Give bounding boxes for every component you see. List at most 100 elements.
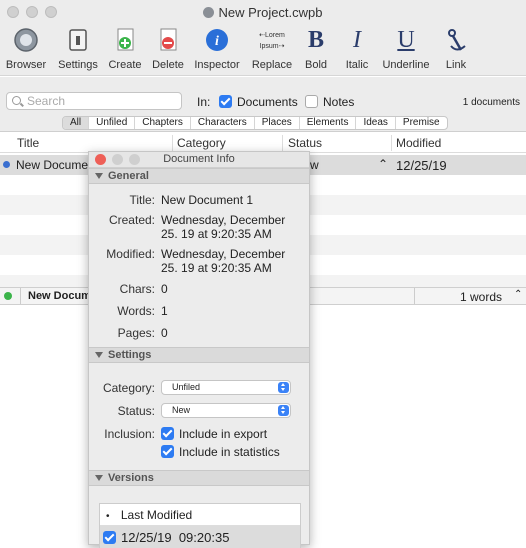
green-status-icon <box>4 292 12 300</box>
versions-section-header[interactable]: Versions <box>89 470 309 486</box>
settings-label: Settings <box>58 59 98 71</box>
document-icon <box>203 7 215 18</box>
create-button[interactable]: Create <box>106 24 144 71</box>
include-export-checkbox[interactable]: Include in export <box>161 427 267 441</box>
bold-label: Bold <box>304 59 328 71</box>
checked-icon <box>161 445 174 458</box>
zoom-panel-button[interactable] <box>129 154 140 165</box>
include-export-label: Include in export <box>179 427 268 441</box>
window-titlebar: New Project.cwpb <box>0 0 526 24</box>
filter-segment-elements[interactable]: Elements <box>300 117 357 129</box>
bold-button[interactable]: B Bold <box>302 24 330 72</box>
search-placeholder: Search <box>27 94 66 108</box>
divider <box>20 288 21 304</box>
create-label: Create <box>108 59 142 71</box>
minimize-panel-button[interactable] <box>112 154 123 165</box>
general-section-header[interactable]: General <box>89 168 309 184</box>
search-input[interactable]: Search <box>6 92 182 110</box>
filter-segment-places[interactable]: Places <box>255 117 300 129</box>
row-modified: 12/25/19 <box>396 158 447 173</box>
status-select[interactable]: New <box>161 403 291 418</box>
settings-button[interactable]: Settings <box>54 24 102 71</box>
create-document-icon <box>117 28 134 51</box>
link-label: Link <box>445 59 467 71</box>
versions-bullet-column: • <box>106 511 110 522</box>
modified-value-line2: 25. 19 at 9:20:35 AM <box>161 261 272 275</box>
modified-label: Modified: <box>106 247 155 261</box>
status-select-value: New <box>172 405 191 415</box>
row-status: w <box>310 158 319 172</box>
documents-count: 1 documents <box>462 97 520 108</box>
link-button[interactable]: Link <box>441 24 471 71</box>
modified-value-line1: Wednesday, December <box>161 247 286 261</box>
column-status[interactable]: Status <box>288 136 322 150</box>
current-document-name: New Docum <box>28 290 91 302</box>
documents-label: Documents <box>237 95 298 109</box>
minimize-window-button[interactable] <box>26 6 38 18</box>
settings-icon <box>69 29 87 51</box>
version-entry: 12/25/19 09:20:35 <box>121 530 230 545</box>
close-window-button[interactable] <box>7 6 19 18</box>
delete-button[interactable]: Delete <box>149 24 187 71</box>
inclusion-label: Inclusion: <box>104 427 155 441</box>
bold-icon: B <box>307 26 324 53</box>
replace-icon: ⇠Lorem Ipsum⇢ <box>259 32 285 50</box>
settings-section-header[interactable]: Settings <box>89 347 309 363</box>
words-label: Words: <box>117 304 155 318</box>
panel-titlebar: Document Info <box>89 152 309 168</box>
underline-button[interactable]: U Underline <box>379 24 433 72</box>
browser-button[interactable]: Browser <box>4 24 48 71</box>
notes-checkbox[interactable]: Notes <box>305 95 354 109</box>
popup-arrows-icon <box>278 405 289 416</box>
checked-icon[interactable] <box>103 531 116 544</box>
created-label: Created: <box>108 213 155 227</box>
column-divider <box>172 135 173 151</box>
inspector-button[interactable]: i Inspector <box>191 24 243 71</box>
search-icon <box>12 96 21 105</box>
zoom-window-button[interactable] <box>45 6 57 18</box>
in-label: In: <box>197 95 211 109</box>
filter-segment-ideas[interactable]: Ideas <box>356 117 396 129</box>
words-value: 1 <box>161 304 168 318</box>
filter-segment-all[interactable]: All <box>63 117 90 129</box>
italic-button[interactable]: I Italic <box>342 24 372 72</box>
table-header: Title Category Status Modified <box>0 133 526 153</box>
inspector-label: Inspector <box>194 59 240 71</box>
created-value-line2: 25. 19 at 9:20:35 AM <box>161 227 272 241</box>
status-stepper-icon[interactable]: ⌃ <box>378 157 388 171</box>
popup-arrows-icon <box>278 382 289 393</box>
category-select-value: Unfiled <box>172 382 201 392</box>
svg-text:⇠Lorem: ⇠Lorem <box>259 32 285 39</box>
filter-segment-chapters[interactable]: Chapters <box>135 117 191 129</box>
filter-segment-characters[interactable]: Characters <box>191 117 255 129</box>
checked-icon <box>161 427 174 440</box>
include-stats-checkbox[interactable]: Include in statistics <box>161 445 280 459</box>
replace-button[interactable]: ⇠Lorem Ipsum⇢ Replace <box>249 24 295 71</box>
pages-label: Pages: <box>117 326 155 340</box>
status-label: Status: <box>117 404 155 418</box>
filter-segment-premise[interactable]: Premise <box>396 117 447 129</box>
column-title[interactable]: Title <box>17 136 39 150</box>
created-value-line1: Wednesday, December <box>161 213 286 227</box>
underline-label: Underline <box>382 59 430 71</box>
versions-list: • Last Modified 12/25/19 09:20:35 <box>99 503 301 548</box>
svg-text:Ipsum⇢: Ipsum⇢ <box>260 43 285 50</box>
column-category[interactable]: Category <box>177 136 226 150</box>
versions-header-label: Versions <box>108 472 154 484</box>
documents-checkbox[interactable]: Documents <box>219 95 298 109</box>
last-modified-column[interactable]: Last Modified <box>121 508 192 522</box>
word-count-stepper-icon[interactable]: ⌃ <box>514 289 522 300</box>
close-panel-button[interactable] <box>95 154 106 165</box>
versions-list-header: • Last Modified <box>100 504 300 526</box>
filter-segment-unfiled[interactable]: Unfiled <box>89 117 136 129</box>
column-divider <box>282 135 283 151</box>
svg-text:i: i <box>215 34 219 49</box>
notes-label: Notes <box>323 95 355 109</box>
window-title: New Project.cwpb <box>203 5 323 20</box>
column-divider <box>391 135 392 151</box>
info-icon: i <box>206 29 228 51</box>
column-modified[interactable]: Modified <box>396 136 441 150</box>
category-label: Category: <box>102 381 155 395</box>
category-select[interactable]: Unfiled <box>161 380 291 395</box>
delete-label: Delete <box>152 59 184 71</box>
